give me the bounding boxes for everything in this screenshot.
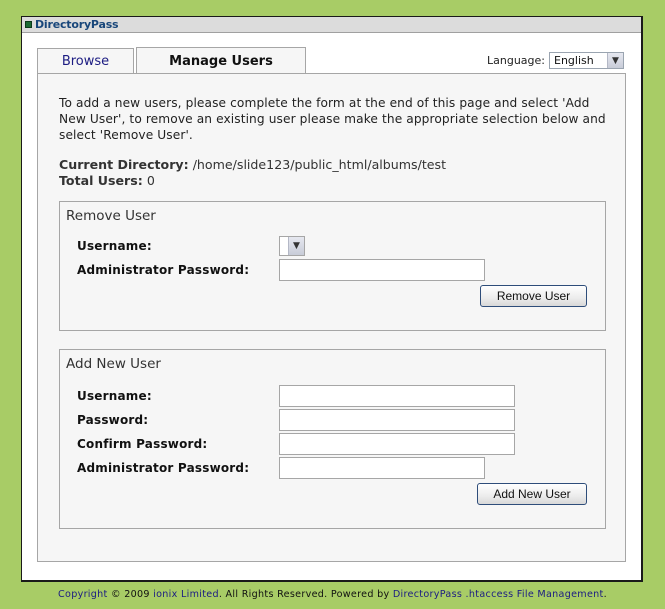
remove-admin-password-label: Administrator Password: [77, 263, 250, 277]
add-password-label: Password: [77, 413, 149, 427]
total-users-value: 0 [146, 173, 155, 188]
language-selected-value: English [554, 54, 594, 67]
add-username-label: Username: [77, 389, 152, 403]
tab-bar: Browse Manage Users [37, 47, 306, 74]
title-bar: DirectoryPass [22, 17, 641, 33]
add-user-section: Add New User Username: Password: Confirm… [59, 349, 606, 529]
add-confirm-password-label: Confirm Password: [77, 437, 208, 451]
copyright-link[interactable]: Copyright [58, 589, 108, 600]
total-users-label: Total Users: [59, 173, 143, 188]
total-users-row: Total Users: 0 [59, 173, 446, 189]
add-admin-password-row: Administrator Password: [77, 457, 485, 479]
add-username-input[interactable] [279, 385, 515, 407]
app-window: DirectoryPass Browse Manage Users Langua… [21, 16, 643, 582]
remove-admin-password-input[interactable] [279, 259, 485, 281]
language-label: Language: [487, 54, 545, 67]
app-square-icon [25, 21, 32, 28]
chevron-down-icon[interactable]: ▼ [607, 53, 623, 68]
remove-user-section: Remove User Username: ▼ Administrator Pa… [59, 201, 606, 331]
footer: Copyright © 2009 ionix Limited. All Righ… [0, 589, 665, 600]
add-user-title: Add New User [66, 356, 161, 372]
chevron-down-icon[interactable]: ▼ [288, 237, 304, 255]
remove-username-select[interactable]: ▼ [279, 236, 305, 256]
tab-manage-users[interactable]: Manage Users [136, 47, 306, 74]
add-password-row: Password: [77, 409, 515, 431]
current-directory-label: Current Directory: [59, 157, 189, 172]
add-username-row: Username: [77, 385, 515, 407]
tab-browse[interactable]: Browse [37, 48, 134, 74]
add-password-input[interactable] [279, 409, 515, 431]
add-confirm-password-input[interactable] [279, 433, 515, 455]
directory-info: Current Directory: /home/slide123/public… [59, 157, 446, 189]
remove-admin-password-row: Administrator Password: [77, 259, 485, 281]
current-directory-row: Current Directory: /home/slide123/public… [59, 157, 446, 173]
rights-text: . All Rights Reserved. Powered by [218, 589, 393, 600]
add-admin-password-label: Administrator Password: [77, 461, 250, 475]
remove-username-row: Username: ▼ [77, 235, 305, 257]
remove-user-button[interactable]: Remove User [480, 285, 587, 307]
remove-user-title: Remove User [66, 208, 156, 224]
remove-username-label: Username: [77, 239, 152, 253]
language-select[interactable]: English ▼ [549, 52, 624, 69]
company-link[interactable]: ionix Limited [153, 589, 219, 600]
copyright-year: © 2009 [107, 589, 154, 600]
footer-end: . [603, 589, 607, 600]
current-directory-value: /home/slide123/public_html/albums/test [192, 157, 447, 172]
add-new-user-button[interactable]: Add New User [477, 483, 587, 505]
add-confirm-password-row: Confirm Password: [77, 433, 515, 455]
intro-text: To add a new users, please complete the … [59, 96, 606, 142]
app-title: DirectoryPass [35, 18, 119, 31]
language-selector: Language: English ▼ [487, 52, 624, 69]
product-link[interactable]: DirectoryPass .htaccess File Management [393, 589, 604, 600]
manage-users-panel: To add a new users, please complete the … [37, 73, 626, 562]
add-admin-password-input[interactable] [279, 457, 485, 479]
